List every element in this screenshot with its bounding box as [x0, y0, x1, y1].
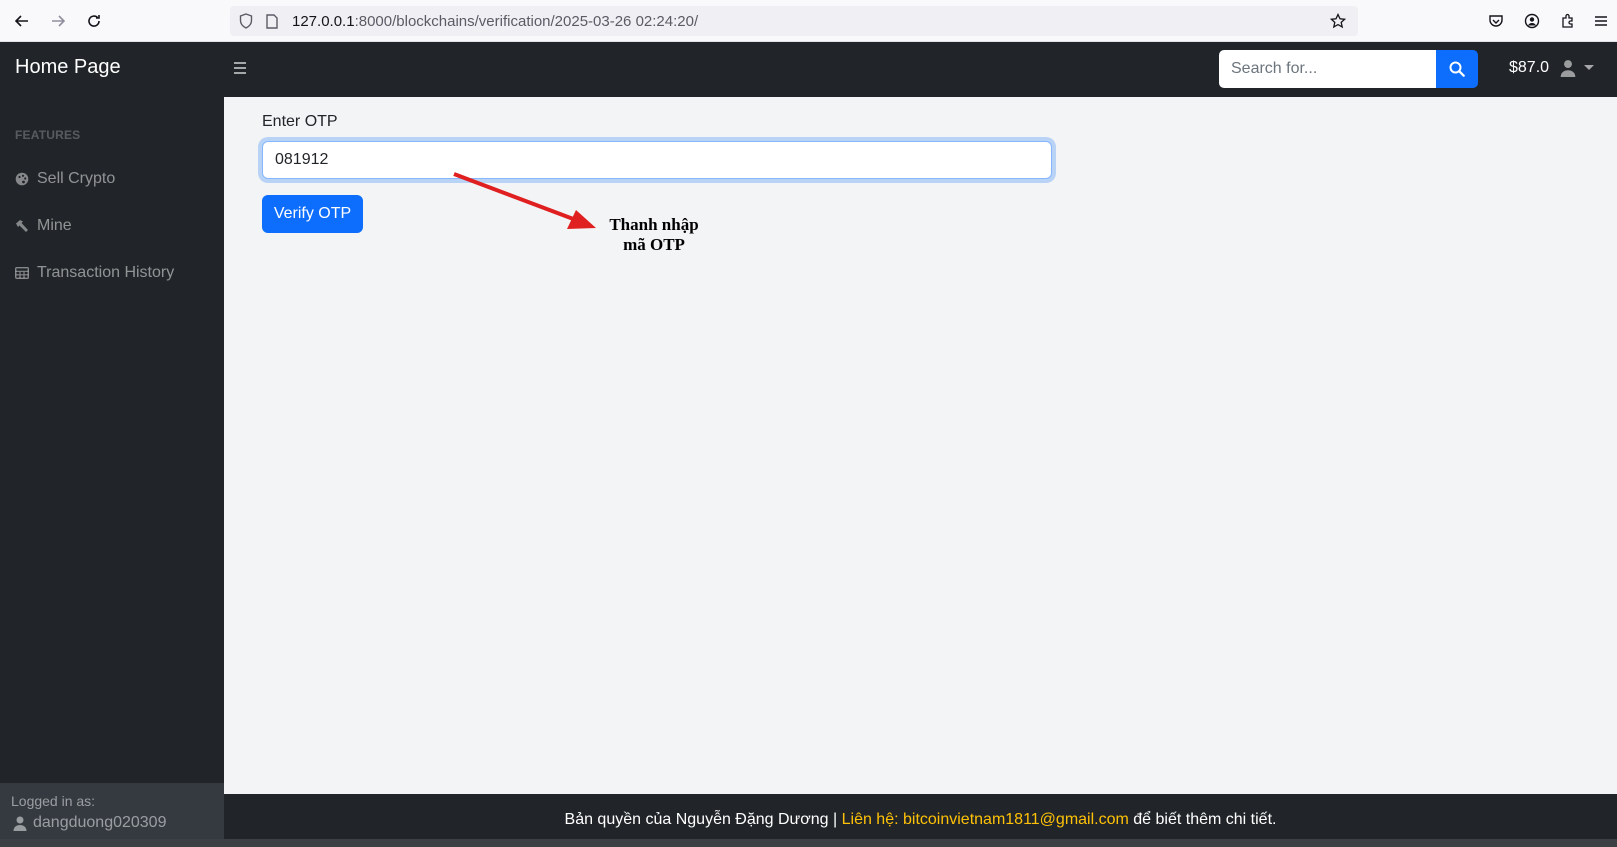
reload-icon[interactable]: [82, 9, 106, 33]
sidebar-heading: FEATURES: [15, 128, 81, 142]
annotation-text: Thanh nhập mã OTP: [594, 215, 714, 255]
sidebar-item-label: Transaction History: [37, 264, 175, 281]
chevron-down-icon[interactable]: [1584, 65, 1594, 70]
annotation-line: mã OTP: [623, 235, 685, 254]
account-icon[interactable]: [1520, 9, 1544, 33]
username: dangduong020309: [33, 814, 167, 831]
sidebar-item-label: Sell Crypto: [37, 170, 116, 187]
sidebar-item-mine[interactable]: Mine: [15, 214, 72, 238]
sidebar-item-label: Mine: [37, 217, 72, 234]
user-menu-icon[interactable]: [1559, 59, 1577, 77]
annotation-line: Thanh nhập: [609, 215, 699, 234]
url-host: 127.0.0.1: [292, 13, 355, 30]
sidebar-footer: Logged in as: dangduong020309: [0, 783, 224, 847]
url-text: 127.0.0.1:8000/blockchains/verification/…: [292, 13, 698, 30]
contact-link[interactable]: Liên hệ: bitcoinvietnam1811@gmail.com: [842, 811, 1129, 828]
sidebar-toggle-icon[interactable]: [229, 57, 251, 79]
page-icon: [260, 9, 284, 33]
palette-icon: [15, 172, 29, 186]
search-button[interactable]: [1436, 50, 1478, 88]
shield-icon[interactable]: [234, 9, 258, 33]
browser-toolbar: 127.0.0.1:8000/blockchains/verification/…: [0, 0, 1617, 42]
sidebar: FEATURES Sell Crypto Mine Transaction Hi…: [0, 97, 224, 847]
copyright-text: Bản quyền của Nguyễn Đặng Dương |: [564, 811, 842, 828]
main-content: Enter OTP Verify OTP Thanh nhập mã OTP: [224, 97, 1617, 794]
footer-suffix: để biết thêm chi tiết.: [1128, 811, 1277, 828]
url-path: :8000/blockchains/verification/2025-03-2…: [354, 13, 699, 30]
forward-icon[interactable]: [46, 9, 70, 33]
table-icon: [15, 266, 29, 280]
brand-link[interactable]: Home Page: [15, 56, 121, 79]
logged-in-user: dangduong020309: [13, 814, 166, 832]
back-icon[interactable]: [10, 9, 34, 33]
hammer-icon: [15, 219, 29, 233]
balance-display: $87.0: [1509, 59, 1550, 76]
address-bar[interactable]: 127.0.0.1:8000/blockchains/verification/…: [230, 6, 1358, 36]
annotation-arrow: [453, 172, 596, 229]
top-navbar: Home Page $87.0: [0, 42, 1617, 97]
extensions-icon[interactable]: [1556, 9, 1580, 33]
logged-in-label: Logged in as:: [11, 793, 96, 809]
user-icon: [13, 816, 27, 831]
sidebar-item-sell-crypto[interactable]: Sell Crypto: [15, 167, 115, 191]
search-icon: [1449, 61, 1465, 77]
search-input[interactable]: [1219, 50, 1437, 88]
footer-text: Bản quyền của Nguyễn Đặng Dương | Liên h…: [224, 811, 1617, 829]
sidebar-item-transaction-history[interactable]: Transaction History: [15, 261, 174, 285]
bookmark-star-icon[interactable]: [1326, 9, 1350, 33]
pocket-icon[interactable]: [1484, 9, 1508, 33]
bottom-strip: [0, 839, 1617, 847]
menu-icon[interactable]: [1589, 9, 1613, 33]
